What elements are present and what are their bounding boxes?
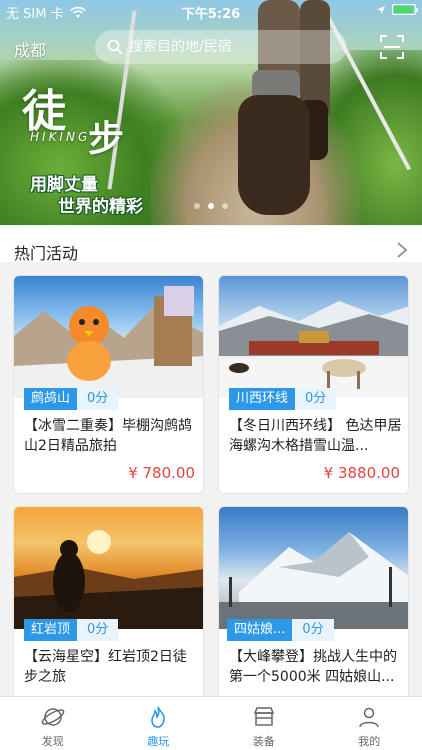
tab-label: 发现 bbox=[41, 735, 64, 748]
activity-grid: 鹧鸪山 0分 【冰雪二重奏】毕棚沟鹧鸪山2日精品旅拍 ¥ 780.00 川西环线… bbox=[0, 262, 422, 725]
activity-tag: 鹧鸪山 0分 bbox=[24, 388, 119, 410]
section-title: 热门活动 bbox=[14, 244, 79, 263]
status-time: 下午5:26 bbox=[181, 7, 241, 22]
snow-temple-scene bbox=[219, 301, 408, 398]
rating-score: 0分 bbox=[77, 619, 119, 641]
sunset-scene bbox=[14, 530, 203, 629]
bottom-tab-bar: 发现 趣玩 装备 我的 bbox=[0, 696, 422, 750]
pagination-dot[interactable] bbox=[222, 203, 228, 209]
hiker-boot bbox=[238, 95, 310, 215]
activity-image bbox=[219, 276, 408, 398]
activity-image bbox=[219, 507, 408, 629]
activity-card[interactable]: 四姑娘... 0分 【大峰攀登】挑战人生中的第一个5000米 四姑娘山... bbox=[218, 506, 409, 725]
flame-icon bbox=[151, 706, 166, 728]
tab-label: 我的 bbox=[358, 735, 381, 748]
location-arrow-icon bbox=[377, 5, 385, 14]
activity-image bbox=[14, 507, 203, 629]
tab-discover[interactable]: 发现 bbox=[0, 697, 106, 750]
location-tag: 鹧鸪山 bbox=[24, 388, 78, 410]
battery-icon bbox=[392, 4, 418, 15]
pagination-dot-active[interactable] bbox=[208, 203, 214, 209]
banner-english-title: HIKING bbox=[30, 130, 91, 144]
search-input[interactable] bbox=[129, 39, 339, 55]
banner-calligraphy-2: 步 bbox=[88, 118, 125, 160]
location-tag: 四姑娘... bbox=[227, 619, 293, 641]
activity-tag: 川西环线 0分 bbox=[229, 388, 337, 410]
status-bar: 无 SIM 卡 下午5:26 bbox=[0, 0, 422, 22]
banner-pagination bbox=[0, 203, 422, 209]
activity-price: ¥ 3880.00 bbox=[323, 464, 400, 482]
user-icon bbox=[359, 707, 379, 728]
pagination-dot[interactable] bbox=[194, 203, 200, 209]
activity-description: 【云海星空】红岩顶2日徒步之旅 bbox=[24, 649, 187, 685]
activity-description: 【冰雪二重奏】毕棚沟鹧鸪山2日精品旅拍 bbox=[24, 418, 192, 454]
tab-label: 趣玩 bbox=[147, 735, 170, 748]
search-bar[interactable] bbox=[95, 30, 347, 64]
location-tag: 红岩顶 bbox=[24, 619, 78, 641]
location-tag: 川西环线 bbox=[229, 388, 296, 410]
snow-peak-scene bbox=[219, 532, 408, 629]
chevron-right-icon[interactable] bbox=[395, 240, 409, 260]
activity-card[interactable]: 鹧鸪山 0分 【冰雪二重奏】毕棚沟鹧鸪山2日精品旅拍 ¥ 780.00 bbox=[13, 275, 204, 494]
activity-price: ¥ 780.00 bbox=[128, 464, 195, 482]
activity-tag: 四姑娘... 0分 bbox=[227, 619, 334, 641]
activity-description: 【冬日川西环线】 色达甲居海螺沟木格措雪山温... bbox=[229, 418, 402, 454]
scan-icon[interactable] bbox=[378, 33, 406, 61]
tab-gear[interactable]: 装备 bbox=[211, 697, 317, 750]
rating-score: 0分 bbox=[295, 388, 337, 410]
activity-card[interactable]: 红岩顶 0分 【云海星空】红岩顶2日徒步之旅 bbox=[13, 506, 204, 725]
snow-mountain-scene bbox=[14, 286, 203, 398]
activity-description: 【大峰攀登】挑战人生中的第一个5000米 四姑娘山... bbox=[229, 649, 397, 685]
activity-image bbox=[14, 276, 203, 398]
search-icon bbox=[107, 39, 123, 55]
planet-icon bbox=[41, 708, 65, 726]
app-screen: 徒 步 HIKING 用脚丈量 世界的精彩 无 SIM 卡 下午5:26 成都 … bbox=[0, 0, 422, 750]
city-selector[interactable]: 成都 bbox=[14, 37, 46, 61]
activity-tag: 红岩顶 0分 bbox=[24, 619, 119, 641]
tab-fun[interactable]: 趣玩 bbox=[106, 697, 212, 750]
activity-card[interactable]: 川西环线 0分 【冬日川西环线】 色达甲居海螺沟木格措雪山温... ¥ 3880… bbox=[218, 275, 409, 494]
rating-score: 0分 bbox=[77, 388, 119, 410]
tab-profile[interactable]: 我的 bbox=[317, 697, 422, 750]
rating-score: 0分 bbox=[292, 619, 334, 641]
status-right bbox=[376, 4, 418, 15]
tab-label: 装备 bbox=[252, 735, 275, 748]
shop-icon bbox=[253, 707, 274, 726]
